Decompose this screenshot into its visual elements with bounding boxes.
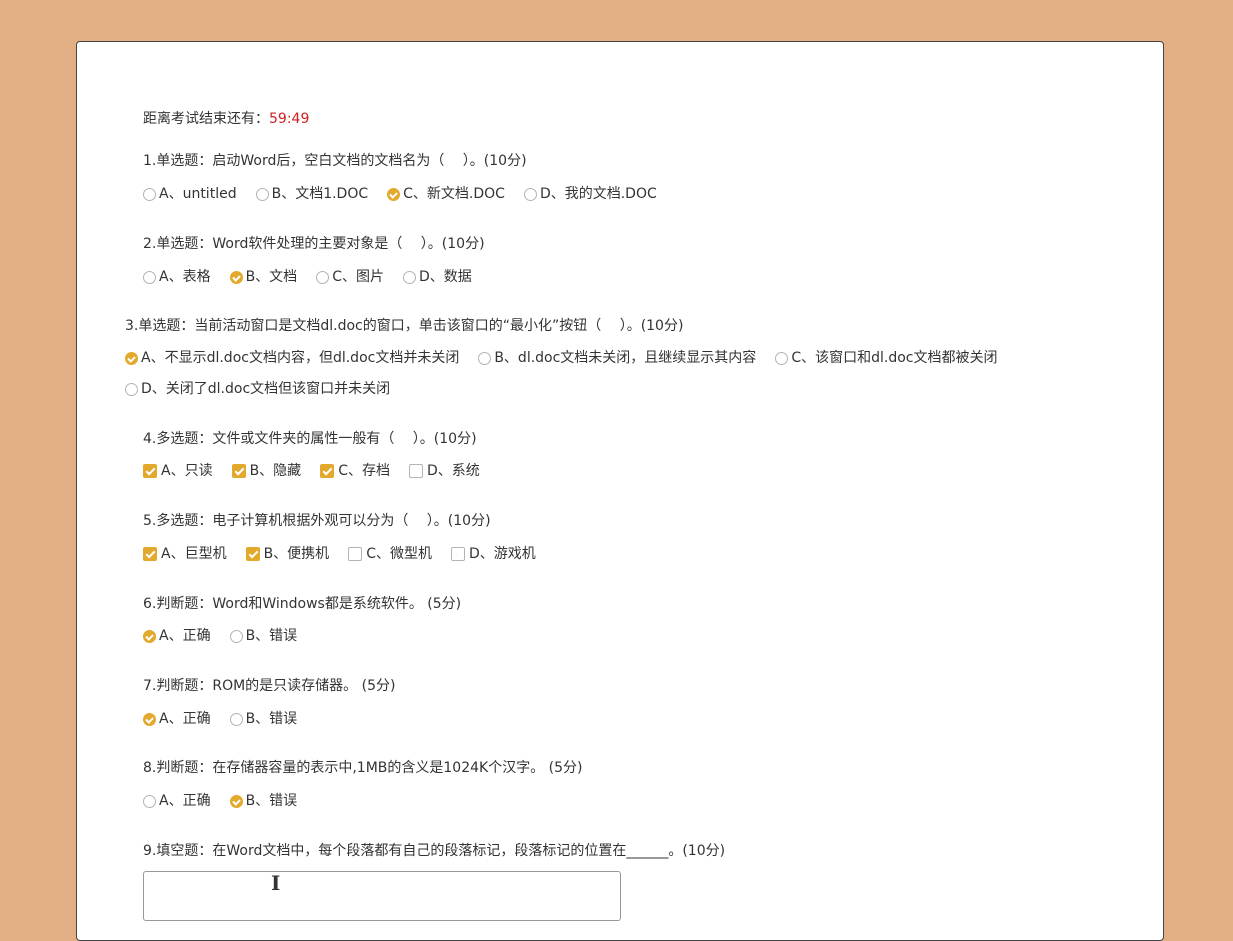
text-cursor-icon: I [271,871,281,895]
question-4-title: 4.多选题：文件或文件夹的属性一般有（ ）。(10分) [143,431,477,447]
radio-checked-icon[interactable] [229,270,243,284]
question-1-title: 1.单选题：启动Word后，空白文档的文档名为（ ）。(10分) [143,153,527,169]
question-9-title: 9.填空题：在Word文档中，每个段落都有自己的段落标记，段落标记的位置在___… [143,843,726,859]
q3-option-d[interactable]: D、关闭了dl.doc文档但该窗口并未关闭 [125,380,390,398]
q5-option-d[interactable]: D、游戏机 [450,545,536,563]
fill-in-answer-input[interactable] [143,871,621,921]
q1-option-d[interactable]: D、我的文档.DOC [523,185,657,203]
q1-option-b[interactable]: B、文档1.DOC [255,185,368,203]
radio-icon[interactable] [143,187,156,201]
radio-icon[interactable] [143,270,156,284]
radio-icon[interactable] [229,629,243,643]
timer-value: 59:49 [269,111,310,127]
question-2-title: 2.单选题：Word软件处理的主要对象是（ ）。(10分) [143,236,485,252]
radio-checked-icon[interactable] [125,351,138,365]
radio-icon[interactable] [125,382,138,396]
question-8-options: A、正确 B、错误 [143,792,316,810]
radio-icon[interactable] [402,270,416,284]
q5-option-a[interactable]: A、巨型机 [143,545,227,563]
question-2-options: A、表格 B、文档 C、图片 D、数据 [143,268,491,286]
radio-checked-icon[interactable] [143,629,156,643]
q3-option-a[interactable]: A、不显示dl.doc文档内容，但dl.doc文档并未关闭 [125,349,459,367]
q4-option-a[interactable]: A、只读 [143,462,213,480]
q6-option-b[interactable]: B、错误 [229,627,297,645]
q4-option-c[interactable]: C、存档 [320,462,390,480]
checkbox-checked-icon[interactable] [320,464,335,478]
radio-icon[interactable] [523,187,537,201]
question-3-options-row1: A、不显示dl.doc文档内容，但dl.doc文档并未关闭 B、dl.doc文档… [125,349,1016,367]
q2-option-a[interactable]: A、表格 [143,268,211,286]
q1-option-a[interactable]: A、untitled [143,185,237,203]
radio-icon[interactable] [316,270,330,284]
question-5-title: 5.多选题：电子计算机根据外观可以分为（ ）。(10分) [143,513,491,529]
question-4-options: A、只读 B、隐藏 C、存档 D、系统 [143,462,499,480]
question-7-title: 7.判断题：ROM的是只读存储器。 (5分) [143,678,396,694]
radio-icon[interactable] [143,794,156,808]
q2-option-c[interactable]: C、图片 [316,268,384,286]
q3-option-c[interactable]: C、该窗口和dl.doc文档都被关闭 [775,349,997,367]
q7-option-a[interactable]: A、正确 [143,710,211,728]
radio-icon[interactable] [478,351,492,365]
q5-option-c[interactable]: C、微型机 [348,545,432,563]
checkbox-checked-icon[interactable] [231,464,246,478]
timer-label: 距离考试结束还有： [143,111,269,127]
checkbox-checked-icon[interactable] [143,464,157,478]
radio-checked-icon[interactable] [387,187,401,201]
checkbox-icon[interactable] [450,547,465,561]
q2-option-b[interactable]: B、文档 [229,268,297,286]
radio-checked-icon[interactable] [143,712,156,726]
checkbox-icon[interactable] [408,464,423,478]
checkbox-icon[interactable] [348,547,363,561]
q1-option-c[interactable]: C、新文档.DOC [387,185,505,203]
radio-icon[interactable] [229,712,243,726]
question-5-options: A、巨型机 B、便携机 C、微型机 D、游戏机 [143,545,555,563]
radio-icon[interactable] [775,351,789,365]
checkbox-checked-icon[interactable] [245,547,260,561]
q4-option-b[interactable]: B、隐藏 [231,462,301,480]
q3-option-b[interactable]: B、dl.doc文档未关闭，且继续显示其内容 [478,349,756,367]
q2-option-d[interactable]: D、数据 [402,268,472,286]
q4-option-d[interactable]: D、系统 [408,462,480,480]
radio-checked-icon[interactable] [229,794,243,808]
q5-option-b[interactable]: B、便携机 [245,545,329,563]
q7-option-b[interactable]: B、错误 [229,710,297,728]
q8-option-b[interactable]: B、错误 [229,792,297,810]
question-3-options-row2: D、关闭了dl.doc文档但该窗口并未关闭 [125,380,409,398]
question-6-options: A、正确 B、错误 [143,627,316,645]
question-3-title: 3.单选题：当前活动窗口是文档dl.doc的窗口，单击该窗口的“最小化”按钮（ … [125,318,684,334]
question-8-title: 8.判断题：在存储器容量的表示中,1MB的含义是1024K个汉字。 (5分) [143,760,583,776]
question-7-options: A、正确 B、错误 [143,710,316,728]
question-6-title: 6.判断题：Word和Windows都是系统软件。 (5分) [143,596,462,612]
timer: 距离考试结束还有：59:49 [143,110,309,128]
q6-option-a[interactable]: A、正确 [143,627,211,645]
radio-icon[interactable] [255,187,269,201]
question-1-options: A、untitled B、文档1.DOC C、新文档.DOC D、我的文档.DO… [143,185,676,203]
q8-option-a[interactable]: A、正确 [143,792,211,810]
checkbox-checked-icon[interactable] [143,547,157,561]
